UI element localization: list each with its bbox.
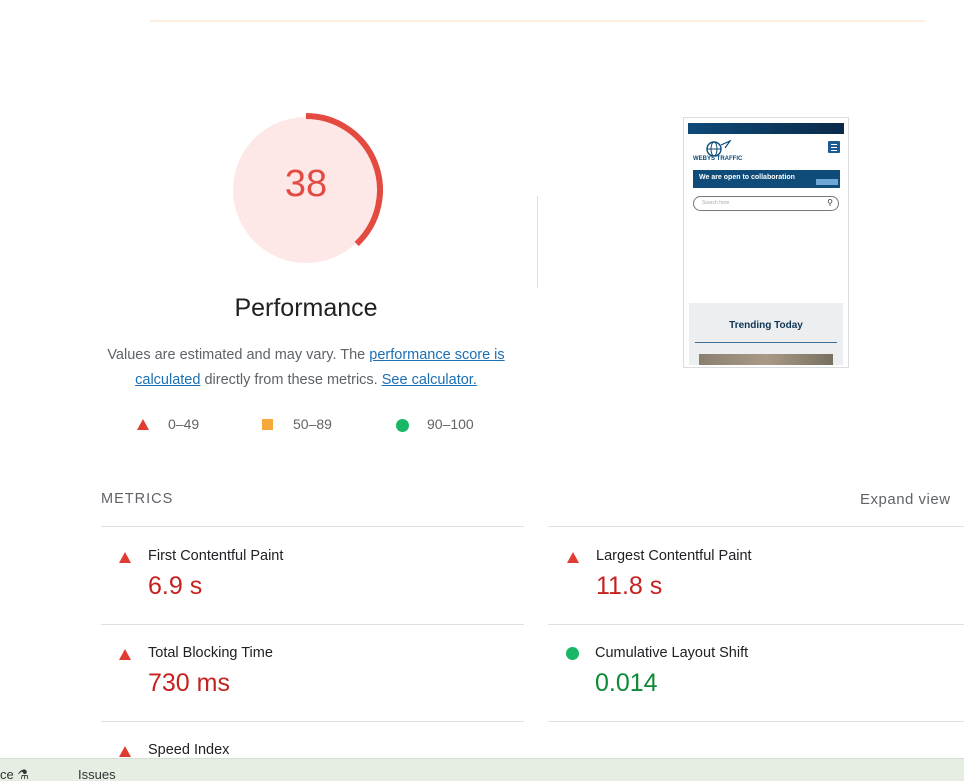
thumbnail-logo-text: WEBYS TRAFFIC [693,156,743,162]
metric-value: 730 ms [148,669,230,697]
metric-value: 0.014 [595,669,658,697]
legend-range: 0–49 [168,416,200,432]
metrics-heading: METRICS [101,491,174,507]
thumbnail-top-bar [688,123,844,134]
metric-label: Speed Index [148,742,230,758]
metric-label: First Contentful Paint [148,548,284,564]
expand-view-toggle[interactable]: Expand view [860,491,951,508]
metric-label: Largest Contentful Paint [596,548,752,564]
thumbnail-banner: We are open to collaboration [693,170,840,188]
metrics-divider [548,721,964,722]
thumbnail-trending-image [699,354,833,365]
circle-icon [566,647,579,660]
thumbnail-trending-title: Trending Today [729,320,803,331]
metric-value: 6.9 s [148,572,203,600]
description-text-1: Values are estimated and may vary. The [107,347,370,363]
thumbnail-search-box: Search here ⚲ [693,196,839,211]
thumbnail-banner-button [816,179,838,185]
triangle-icon [137,419,149,430]
search-icon: ⚲ [827,198,833,207]
hamburger-menu-icon [828,141,840,153]
performance-description: Values are estimated and may vary. The p… [100,343,512,393]
globe-logo-icon [706,140,732,157]
thumbnail-banner-text: We are open to collaboration [699,174,795,181]
thumbnail-search-placeholder: Search here [702,200,730,206]
devtools-drawer-bar: ce ⚗ Issues [0,758,964,783]
metrics-divider [101,721,524,722]
triangle-icon [119,552,131,563]
legend-range: 90–100 [427,416,474,432]
square-icon [262,419,273,430]
thumbnail-trending-section: Trending Today [689,303,843,365]
triangle-icon [119,649,131,660]
vertical-divider [537,196,538,288]
metrics-divider [101,624,524,625]
legend-range: 50–89 [293,416,332,432]
circle-icon [396,419,409,432]
performance-score: 38 [284,163,328,205]
triangle-icon [567,552,579,563]
description-text-2: directly from these metrics. [200,372,382,388]
metric-value: 11.8 s [596,572,663,600]
page-screenshot-thumbnail[interactable]: WEBYS TRAFFIC We are open to collaborati… [683,117,849,368]
top-divider [150,20,925,22]
triangle-icon [119,746,131,757]
performance-title: Performance [234,294,378,322]
metric-label: Cumulative Layout Shift [595,645,749,661]
metrics-divider [548,624,964,625]
metrics-divider [548,526,964,527]
drawer-tab-1[interactable]: ce ⚗ [0,767,29,783]
see-calculator-link[interactable]: See calculator. [382,372,477,388]
metric-label: Total Blocking Time [148,645,273,661]
thumbnail-trending-underline [695,342,837,343]
metrics-divider [101,526,524,527]
